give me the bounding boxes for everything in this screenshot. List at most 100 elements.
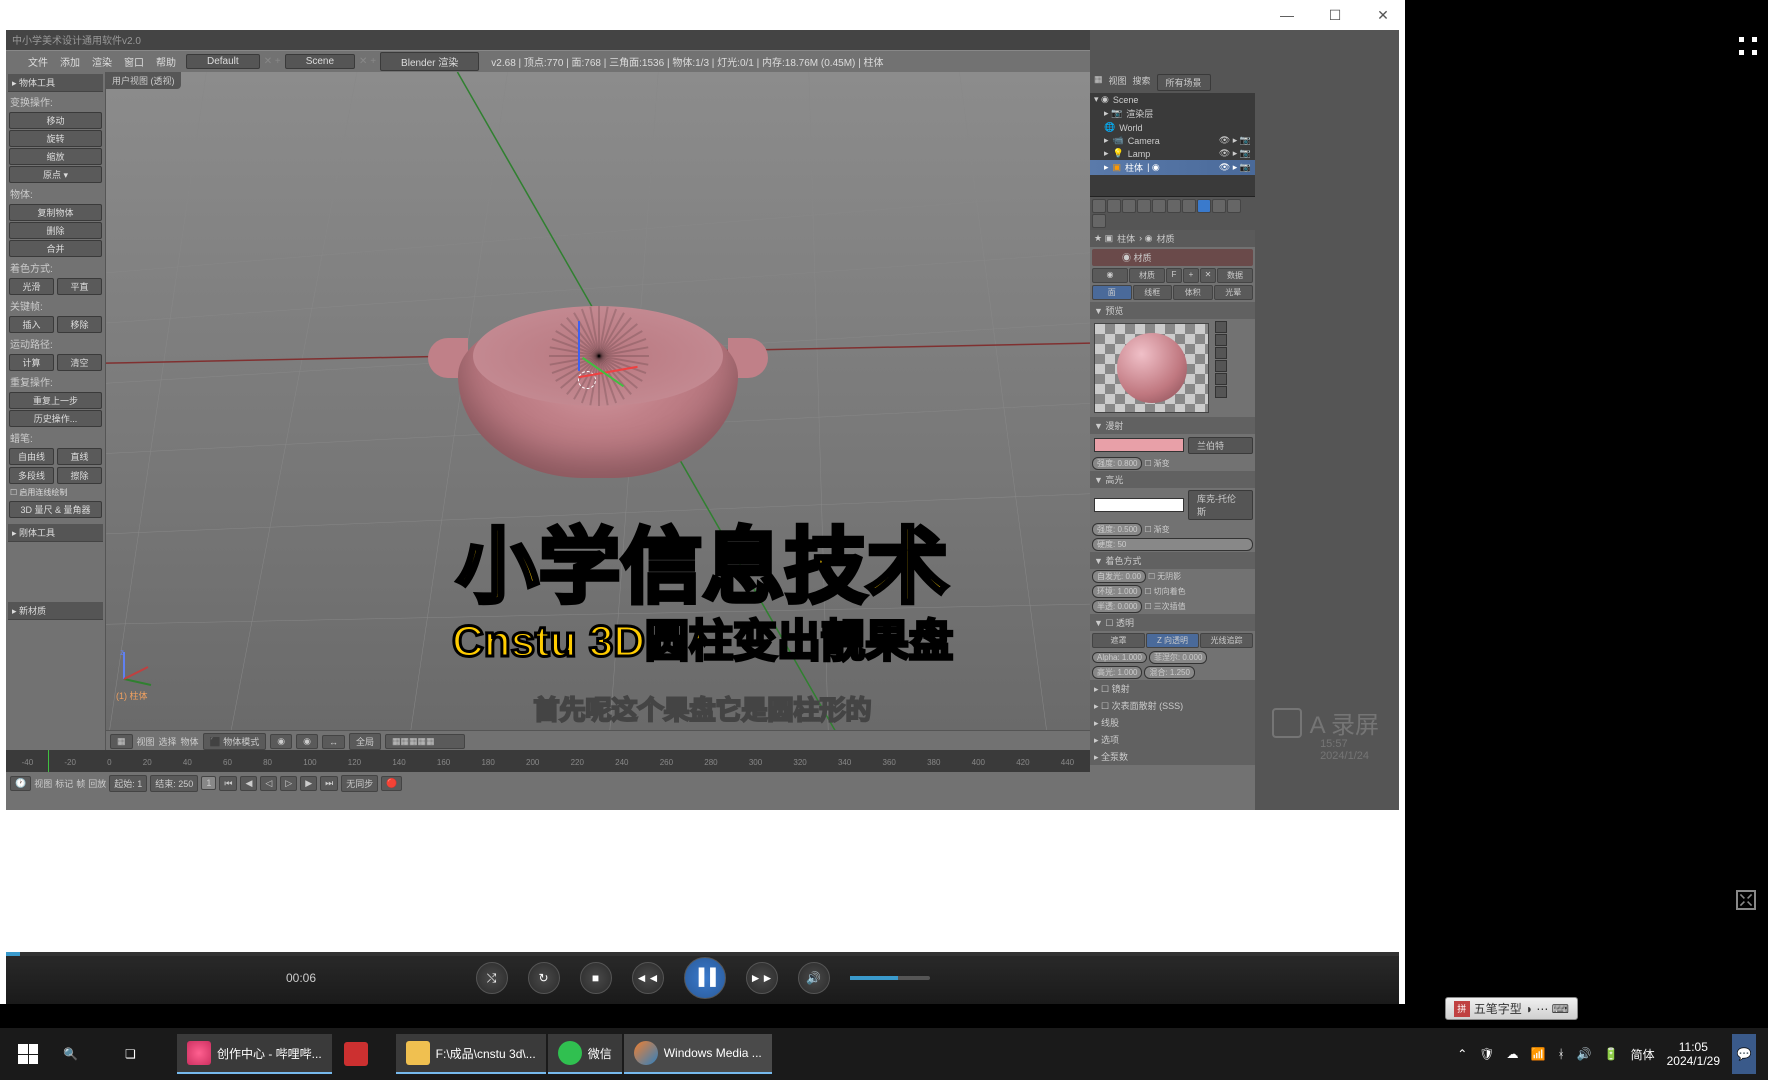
- tab-particle-icon[interactable]: [1227, 199, 1241, 213]
- tab-physics-icon[interactable]: [1092, 214, 1106, 228]
- diffuse-intensity[interactable]: 强度: 0.800: [1092, 457, 1142, 470]
- volume-slider[interactable]: [850, 976, 930, 980]
- tl-marker[interactable]: 标记: [55, 777, 73, 790]
- prev-sphere-icon[interactable]: [1215, 334, 1227, 346]
- gp-continuous[interactable]: ☐ 启用连线绘制: [8, 485, 103, 500]
- bowl-object[interactable]: [428, 298, 768, 498]
- maximize-button[interactable]: ☐: [1321, 5, 1349, 25]
- autokey-icon[interactable]: 🔴: [381, 776, 402, 791]
- tab-world-icon[interactable]: [1122, 199, 1136, 213]
- prev-hair-icon[interactable]: [1215, 373, 1227, 385]
- tree-camera[interactable]: ▸ 📹 Camera 👁 ▸ 📷: [1090, 134, 1255, 147]
- vb-object[interactable]: 物体: [181, 735, 199, 748]
- prev-cube-icon[interactable]: [1215, 347, 1227, 359]
- rtab-wire[interactable]: 线框: [1133, 285, 1173, 300]
- transparency-header[interactable]: ▼ ☐ 透明: [1090, 614, 1255, 631]
- tray-cloud-icon[interactable]: ☁: [1507, 1047, 1519, 1061]
- tab-material-icon[interactable]: [1197, 199, 1211, 213]
- task-wechat[interactable]: 微信: [548, 1034, 622, 1074]
- tl-playback[interactable]: 回放: [88, 777, 106, 790]
- task-wmp[interactable]: Windows Media ...: [624, 1034, 772, 1074]
- tray-sound-icon[interactable]: 🔊: [1577, 1047, 1592, 1061]
- tab-scene-icon[interactable]: [1107, 199, 1121, 213]
- spec-intensity[interactable]: 强度: 0.500: [1092, 523, 1142, 536]
- tl-play-rev-icon[interactable]: ◁: [260, 776, 277, 791]
- prev-button[interactable]: ◄◄: [632, 962, 664, 994]
- tool-scale[interactable]: 缩放: [9, 148, 102, 165]
- shuffle-button[interactable]: ⤭: [476, 962, 508, 994]
- rtab-halo[interactable]: 光晕: [1214, 285, 1254, 300]
- tl-last-icon[interactable]: ⏭: [320, 776, 338, 791]
- tree-scene[interactable]: ▾ ◉ Scene: [1090, 93, 1255, 106]
- mode-selector[interactable]: ⬛ 物体模式: [203, 733, 267, 750]
- tray-security-icon[interactable]: 🛡: [1479, 1047, 1494, 1061]
- rtab-surface[interactable]: 面: [1092, 285, 1132, 300]
- fullscreen-icon[interactable]: [1738, 36, 1758, 56]
- translucent[interactable]: 半透: 0.000: [1092, 600, 1142, 613]
- tl-prev-icon[interactable]: ◀: [240, 776, 257, 791]
- rigid-header[interactable]: ▸ 刚体工具: [8, 524, 103, 542]
- shade-flat[interactable]: 平直: [57, 278, 102, 295]
- specular-color[interactable]: [1094, 498, 1184, 512]
- tray-lang[interactable]: 简体: [1631, 1046, 1655, 1063]
- newmat-header[interactable]: ▸ 新材质: [8, 602, 103, 620]
- preview-header[interactable]: ▼ 预览: [1090, 302, 1255, 319]
- ime-toolbar[interactable]: 拼 五笔字型 ◗ ⋯ ⌨: [1445, 997, 1578, 1020]
- sync-mode[interactable]: 无同步: [341, 775, 378, 792]
- prev-flat-icon[interactable]: [1215, 321, 1227, 333]
- path-calc[interactable]: 计算: [9, 354, 54, 371]
- tab-texture-icon[interactable]: [1212, 199, 1226, 213]
- outliner-icon[interactable]: ▦: [1094, 74, 1103, 91]
- timeline-track[interactable]: -40-200204060801001201401601802002202402…: [6, 750, 1090, 772]
- tray-bt-icon[interactable]: ᚼ: [1557, 1047, 1564, 1061]
- transp-ray[interactable]: 光线追踪: [1200, 633, 1253, 648]
- fresnel[interactable]: 菲涅尔: 0.000: [1149, 651, 1207, 664]
- mat-link-icon[interactable]: ◉: [1092, 268, 1128, 283]
- tl-frame[interactable]: 帧: [76, 777, 85, 790]
- tool-join[interactable]: 合并: [9, 240, 102, 257]
- minimize-button[interactable]: —: [1273, 5, 1301, 25]
- start-button[interactable]: [4, 1030, 52, 1078]
- tree-world[interactable]: 🌐 World: [1090, 121, 1255, 134]
- mat-del-icon[interactable]: ✕: [1200, 268, 1216, 283]
- close-button[interactable]: ✕: [1369, 5, 1397, 25]
- tree-cylinder[interactable]: ▸ ▣ 柱体 | ◉ 👁 ▸ 📷: [1090, 160, 1255, 175]
- current-frame[interactable]: 1: [201, 776, 216, 790]
- tray-wifi-icon[interactable]: 📶: [1531, 1047, 1546, 1061]
- tray-clock[interactable]: 11:05 2024/1/29: [1667, 1040, 1720, 1069]
- mat-add-icon[interactable]: +: [1183, 268, 1199, 283]
- tl-first-icon[interactable]: ⏮: [219, 776, 237, 791]
- tool-origin[interactable]: 原点 ▾: [9, 166, 102, 183]
- taskview-button[interactable]: ❏: [115, 1034, 175, 1074]
- mirror-header[interactable]: ▸ ☐ 镜射: [1090, 680, 1255, 697]
- tree-renderlayer[interactable]: ▸ 📷 渲染层: [1090, 106, 1255, 121]
- gp-erase[interactable]: 擦除: [57, 467, 102, 484]
- tab-modifier-icon[interactable]: [1167, 199, 1181, 213]
- outl-view[interactable]: 视图: [1109, 74, 1127, 91]
- tl-play-icon[interactable]: ▷: [280, 776, 297, 791]
- tool-move[interactable]: 移动: [9, 112, 102, 129]
- data-link[interactable]: 数据: [1217, 268, 1253, 283]
- play-button[interactable]: ▐▐: [684, 957, 726, 999]
- specular-model[interactable]: 库克-托伦斯: [1188, 490, 1253, 520]
- pivot-icon[interactable]: ◉: [296, 734, 318, 749]
- menu-window[interactable]: 窗口: [118, 54, 150, 69]
- tool-rotate[interactable]: 旋转: [9, 130, 102, 147]
- task-bilibili[interactable]: 创作中心 - 哔哩哔...: [177, 1034, 332, 1074]
- ruler[interactable]: 3D 量尺 & 量角器: [9, 501, 102, 518]
- vb-select[interactable]: 选择: [159, 735, 177, 748]
- fake-user[interactable]: F: [1166, 268, 1182, 283]
- tree-lamp[interactable]: ▸ 💡 Lamp 👁 ▸ 📷: [1090, 147, 1255, 160]
- search-button[interactable]: 🔍: [53, 1034, 113, 1074]
- tab-render-icon[interactable]: [1092, 199, 1106, 213]
- next-button[interactable]: ►►: [746, 962, 778, 994]
- ambient[interactable]: 环境: 1.000: [1092, 585, 1142, 598]
- ime-moon-icon[interactable]: ◗ ⋯ ⌨: [1526, 1002, 1569, 1016]
- menu-file[interactable]: 文件: [22, 54, 54, 69]
- material-slot[interactable]: ◉ 材质: [1092, 249, 1253, 266]
- history[interactable]: 历史操作...: [9, 410, 102, 427]
- outl-filter[interactable]: 所有场景: [1157, 74, 1211, 91]
- rtab-volume[interactable]: 体积: [1173, 285, 1213, 300]
- notification-button[interactable]: 💬: [1732, 1034, 1756, 1074]
- options-header[interactable]: ▸ 选项: [1090, 731, 1255, 748]
